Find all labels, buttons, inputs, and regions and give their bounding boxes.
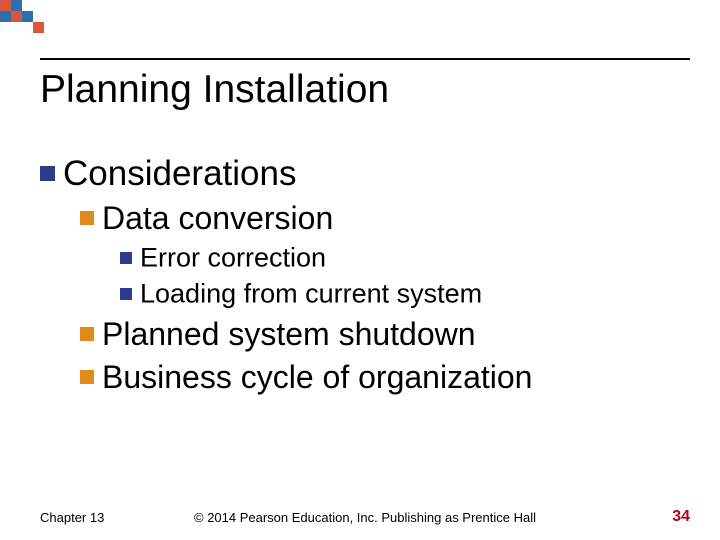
slide-title: Planning Installation: [40, 68, 389, 112]
footer-copyright: © 2014 Pearson Education, Inc. Publishin…: [40, 510, 690, 525]
square-bullet-icon: [120, 288, 132, 300]
bullet-level3: Loading from current system: [120, 277, 690, 309]
square-bullet-icon: [80, 327, 94, 341]
bullet-level1: Considerations: [40, 152, 690, 194]
square-bullet-icon: [40, 166, 55, 181]
square-bullet-icon: [120, 252, 132, 264]
slide-body: Considerations Data conversion Error cor…: [40, 140, 690, 396]
bullet-level3: Error correction: [120, 241, 690, 273]
bullet-level2: Data conversion: [80, 198, 690, 237]
corner-logo-icon: [0, 0, 58, 40]
bullet-level2: Planned system shutdown: [80, 314, 690, 353]
slide-footer: Chapter 13 © 2014 Pearson Education, Inc…: [40, 508, 690, 526]
square-bullet-icon: [80, 370, 94, 384]
bullet-level2: Business cycle of organization: [80, 357, 690, 396]
title-divider: [40, 58, 690, 60]
square-bullet-icon: [80, 211, 94, 225]
